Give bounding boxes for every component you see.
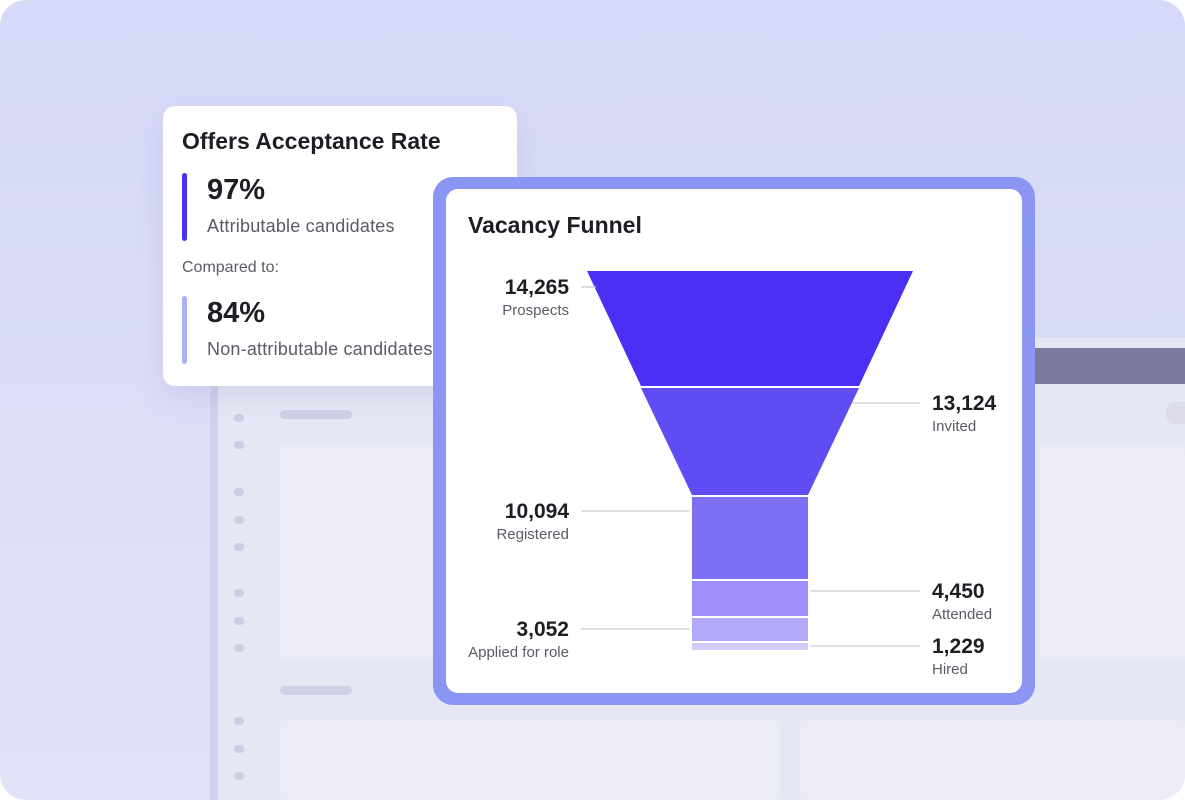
funnel-stage-value: 1,229 xyxy=(932,635,985,658)
funnel-stage-label: Invited xyxy=(932,418,976,435)
funnel-stage-value: 10,094 xyxy=(505,500,570,523)
funnel-stage-value: 13,124 xyxy=(932,392,997,415)
funnel-segment-prospects xyxy=(587,271,913,386)
funnel-stage-value: 14,265 xyxy=(505,276,570,299)
funnel-segment-hired xyxy=(692,643,808,650)
funnel-stage-label: Registered xyxy=(496,526,569,543)
funnel-segment-invited xyxy=(641,388,859,495)
funnel-segment-registered xyxy=(692,497,808,579)
funnel-stage-label: Prospects xyxy=(502,302,569,319)
funnel-stage-value: 4,450 xyxy=(932,580,985,603)
funnel-stage-value: 3,052 xyxy=(516,618,569,641)
funnel-stage-label: Applied for role xyxy=(468,644,569,661)
funnel-stage-label: Attended xyxy=(932,606,992,623)
funnel-segment-applied-for-role xyxy=(692,618,808,641)
vacancy-funnel-chart: 14,265 Prospects 13,124 Invited 10,094 Regist… xyxy=(468,271,997,678)
funnel-segment-attended xyxy=(692,581,808,616)
funnel-stage-label: Hired xyxy=(932,661,968,678)
background-canvas: Offers Acceptance Rate 97% Attributable … xyxy=(0,0,1185,800)
